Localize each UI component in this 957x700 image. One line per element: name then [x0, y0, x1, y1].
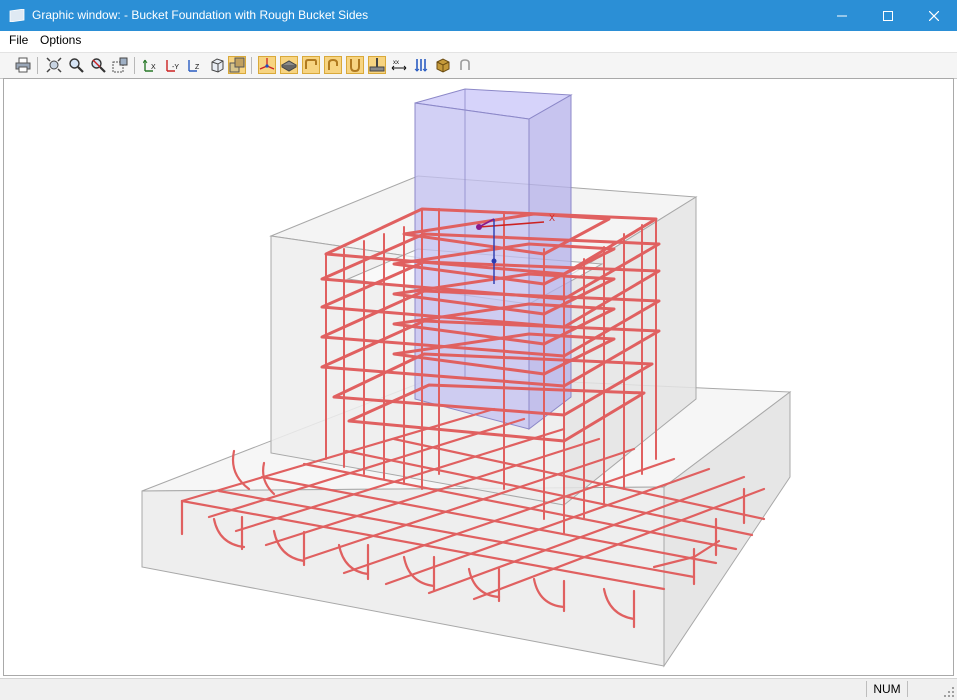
graphic-viewport[interactable]: X: [3, 78, 954, 676]
menu-options[interactable]: Options: [40, 33, 81, 47]
minimize-icon: [837, 15, 847, 16]
zoom-window-icon: [112, 57, 128, 73]
view-x-icon: X: [143, 59, 156, 72]
minimize-button[interactable]: [819, 0, 865, 31]
zoom-all-icon: [46, 57, 62, 73]
stirrups-button[interactable]: [302, 56, 320, 74]
zoom-all-button[interactable]: [45, 56, 63, 74]
hooks-icon: [328, 58, 338, 70]
perspective-view-button[interactable]: [228, 56, 246, 74]
footing-reinforcement-icon: [369, 58, 385, 72]
zoom-previous-icon: [91, 58, 106, 73]
svg-text:-Y: -Y: [172, 64, 179, 71]
zoom-button[interactable]: [67, 56, 85, 74]
close-icon: [929, 10, 939, 21]
num-lock-indicator: NUM: [866, 681, 908, 697]
bend-shape-button[interactable]: [456, 56, 474, 74]
zoom-window-button[interactable]: [111, 56, 129, 74]
svg-text:xx: xx: [393, 60, 399, 66]
maximize-icon: [883, 10, 893, 21]
title-bar[interactable]: Graphic window: - Bucket Foundation with…: [0, 0, 957, 31]
u-bars-button[interactable]: [346, 56, 364, 74]
concrete-surface-button[interactable]: [280, 56, 298, 74]
render-solid-icon: [436, 58, 450, 73]
hooks-button[interactable]: [324, 56, 342, 74]
view-minus-y-icon: -Y: [166, 60, 179, 72]
reinforcement-marks-button[interactable]: [412, 56, 430, 74]
resize-grip-icon[interactable]: [943, 686, 955, 698]
stirrups-icon: [305, 59, 317, 69]
view-minus-y-button[interactable]: -Y: [164, 56, 182, 74]
view-z-button[interactable]: Z: [186, 56, 204, 74]
toolbar: X -Y Z xx: [0, 52, 957, 79]
print-icon: [15, 57, 31, 73]
isometric-view-button[interactable]: [208, 56, 226, 74]
toolbar-separator: [134, 57, 135, 74]
dimensions-button[interactable]: xx: [390, 56, 408, 74]
reinforcement-marks-icon: [414, 59, 428, 72]
isometric-view-icon: [211, 58, 224, 73]
menu-file[interactable]: File: [9, 33, 28, 47]
axis-system-button[interactable]: [258, 56, 276, 74]
svg-text:Z: Z: [195, 64, 200, 71]
zoom-icon: [69, 58, 84, 73]
toolbar-separator: [37, 57, 38, 74]
bend-shape-icon: [460, 59, 470, 70]
footing-reinforcement-button[interactable]: [368, 56, 386, 74]
dimensions-icon: xx: [391, 60, 407, 71]
window-title: Graphic window: - Bucket Foundation with…: [32, 8, 369, 22]
axis-system-icon: [259, 58, 275, 70]
menu-bar: File Options: [0, 31, 957, 51]
toolbar-separator: [251, 57, 252, 74]
close-button[interactable]: [911, 0, 957, 31]
window-app-icon: [9, 9, 25, 22]
foundation-3d-model[interactable]: X: [4, 79, 953, 675]
view-x-button[interactable]: X: [142, 56, 160, 74]
u-bars-icon: [350, 59, 360, 73]
view-z-icon: Z: [188, 60, 200, 72]
status-bar: NUM: [0, 678, 957, 700]
print-button[interactable]: [14, 56, 32, 74]
zoom-previous-button[interactable]: [89, 56, 107, 74]
svg-text:X: X: [151, 64, 156, 71]
perspective-view-icon: [229, 57, 245, 73]
maximize-button[interactable]: [865, 0, 911, 31]
concrete-surface-icon: [281, 60, 297, 72]
axis-x-label: X: [549, 213, 555, 223]
render-solid-button[interactable]: [434, 56, 452, 74]
